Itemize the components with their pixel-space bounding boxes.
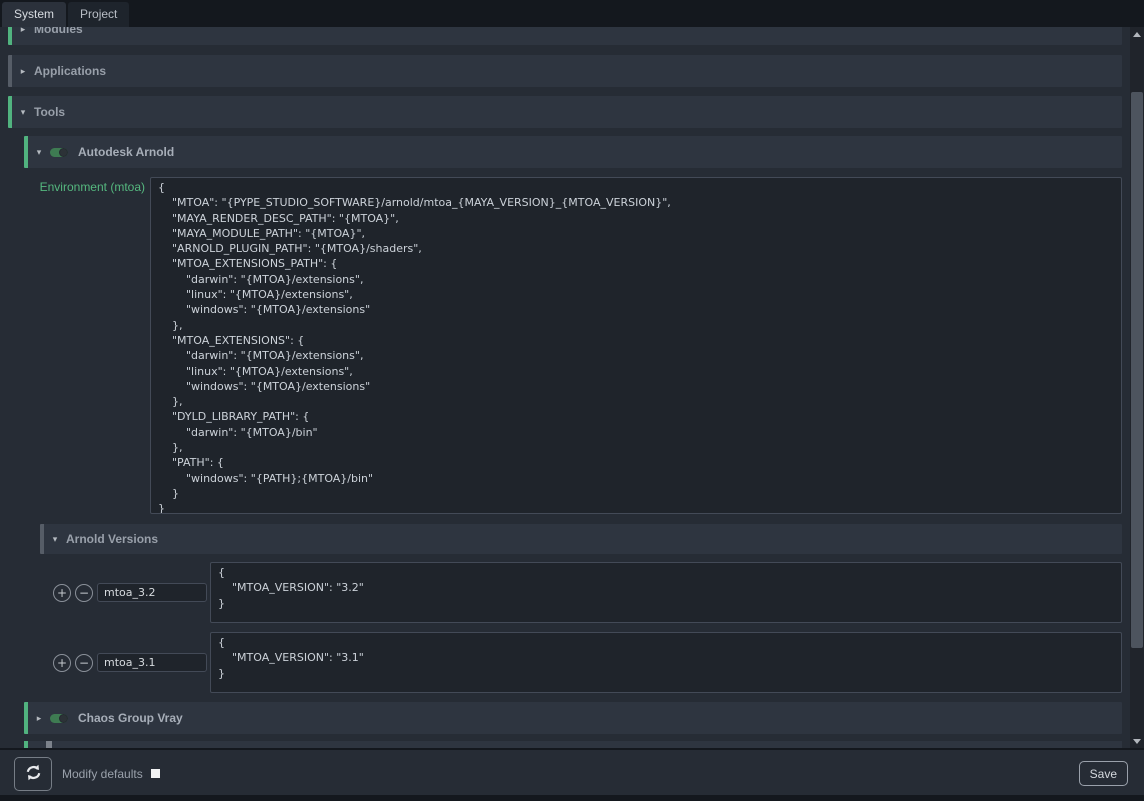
section-label: Applications <box>34 64 106 78</box>
chevron-right-icon: ▸ <box>12 66 34 77</box>
section-header-autodesk-arnold[interactable]: ▾ Autodesk Arnold <box>24 136 1122 168</box>
arnold-enabled-toggle[interactable] <box>50 148 68 157</box>
section-header-modules[interactable]: ▸ Modules <box>8 27 1122 45</box>
section-header-applications[interactable]: ▸ Applications <box>8 55 1122 87</box>
remove-version-button[interactable]: − <box>75 584 93 602</box>
refresh-icon <box>24 763 43 785</box>
section-label: Chaos Group Vray <box>78 711 183 725</box>
tab-project[interactable]: Project <box>68 2 129 27</box>
tab-system[interactable]: System <box>2 2 66 27</box>
settings-window: System Project ▸ Modules ▸ Applications … <box>0 0 1144 801</box>
section-header-arnold-versions[interactable]: ▾ Arnold Versions <box>40 524 1122 554</box>
add-version-button[interactable]: + <box>53 584 71 602</box>
chevron-clipped-icon <box>46 741 52 748</box>
chevron-right-icon: ▸ <box>12 27 34 35</box>
section-header-tools[interactable]: ▾ Tools <box>8 96 1122 128</box>
section-header-chaos-group-vray[interactable]: ▸ Chaos Group Vray <box>24 702 1122 734</box>
modify-defaults-label: Modify defaults <box>62 767 143 781</box>
toggle-knob-icon <box>59 714 68 723</box>
version-key-input[interactable] <box>97 583 207 602</box>
footer-bar: Modify defaults Save <box>0 748 1144 795</box>
environment-mtoa-label: Environment (mtoa) <box>8 180 145 194</box>
settings-scroll-area: ▸ Modules ▸ Applications ▾ Tools ▾ Autod… <box>0 27 1130 748</box>
scroll-down-button[interactable] <box>1130 734 1144 748</box>
environment-mtoa-editor[interactable]: { "MTOA": "{PYPE_STUDIO_SOFTWARE}/arnold… <box>150 177 1122 514</box>
arrow-up-icon <box>1133 32 1141 37</box>
section-label: Modules <box>34 27 83 36</box>
refresh-button[interactable] <box>14 757 52 791</box>
save-button[interactable]: Save <box>1079 761 1128 786</box>
vray-enabled-toggle[interactable] <box>50 714 68 723</box>
chevron-down-icon: ▾ <box>28 147 50 158</box>
section-header-clipped[interactable] <box>24 741 1122 748</box>
chevron-down-icon: ▾ <box>44 534 66 545</box>
section-label: Autodesk Arnold <box>78 145 174 159</box>
version-environment-editor[interactable]: { "MTOA_VERSION": "3.1" } <box>210 632 1122 693</box>
modify-defaults-checkbox[interactable] <box>151 769 160 778</box>
section-label: Arnold Versions <box>66 532 158 546</box>
chevron-right-icon: ▸ <box>28 713 50 724</box>
tab-bar: System Project <box>0 0 1144 27</box>
section-label: Tools <box>34 105 65 119</box>
version-key-input[interactable] <box>97 653 207 672</box>
add-version-button[interactable]: + <box>53 654 71 672</box>
arrow-down-icon <box>1133 739 1141 744</box>
chevron-down-icon: ▾ <box>12 107 34 118</box>
version-environment-editor[interactable]: { "MTOA_VERSION": "3.2" } <box>210 562 1122 623</box>
remove-version-button[interactable]: − <box>75 654 93 672</box>
vertical-scrollbar[interactable] <box>1130 27 1144 748</box>
toggle-knob-icon <box>59 148 68 157</box>
scrollbar-thumb[interactable] <box>1131 92 1143 648</box>
scroll-up-button[interactable] <box>1130 27 1144 41</box>
